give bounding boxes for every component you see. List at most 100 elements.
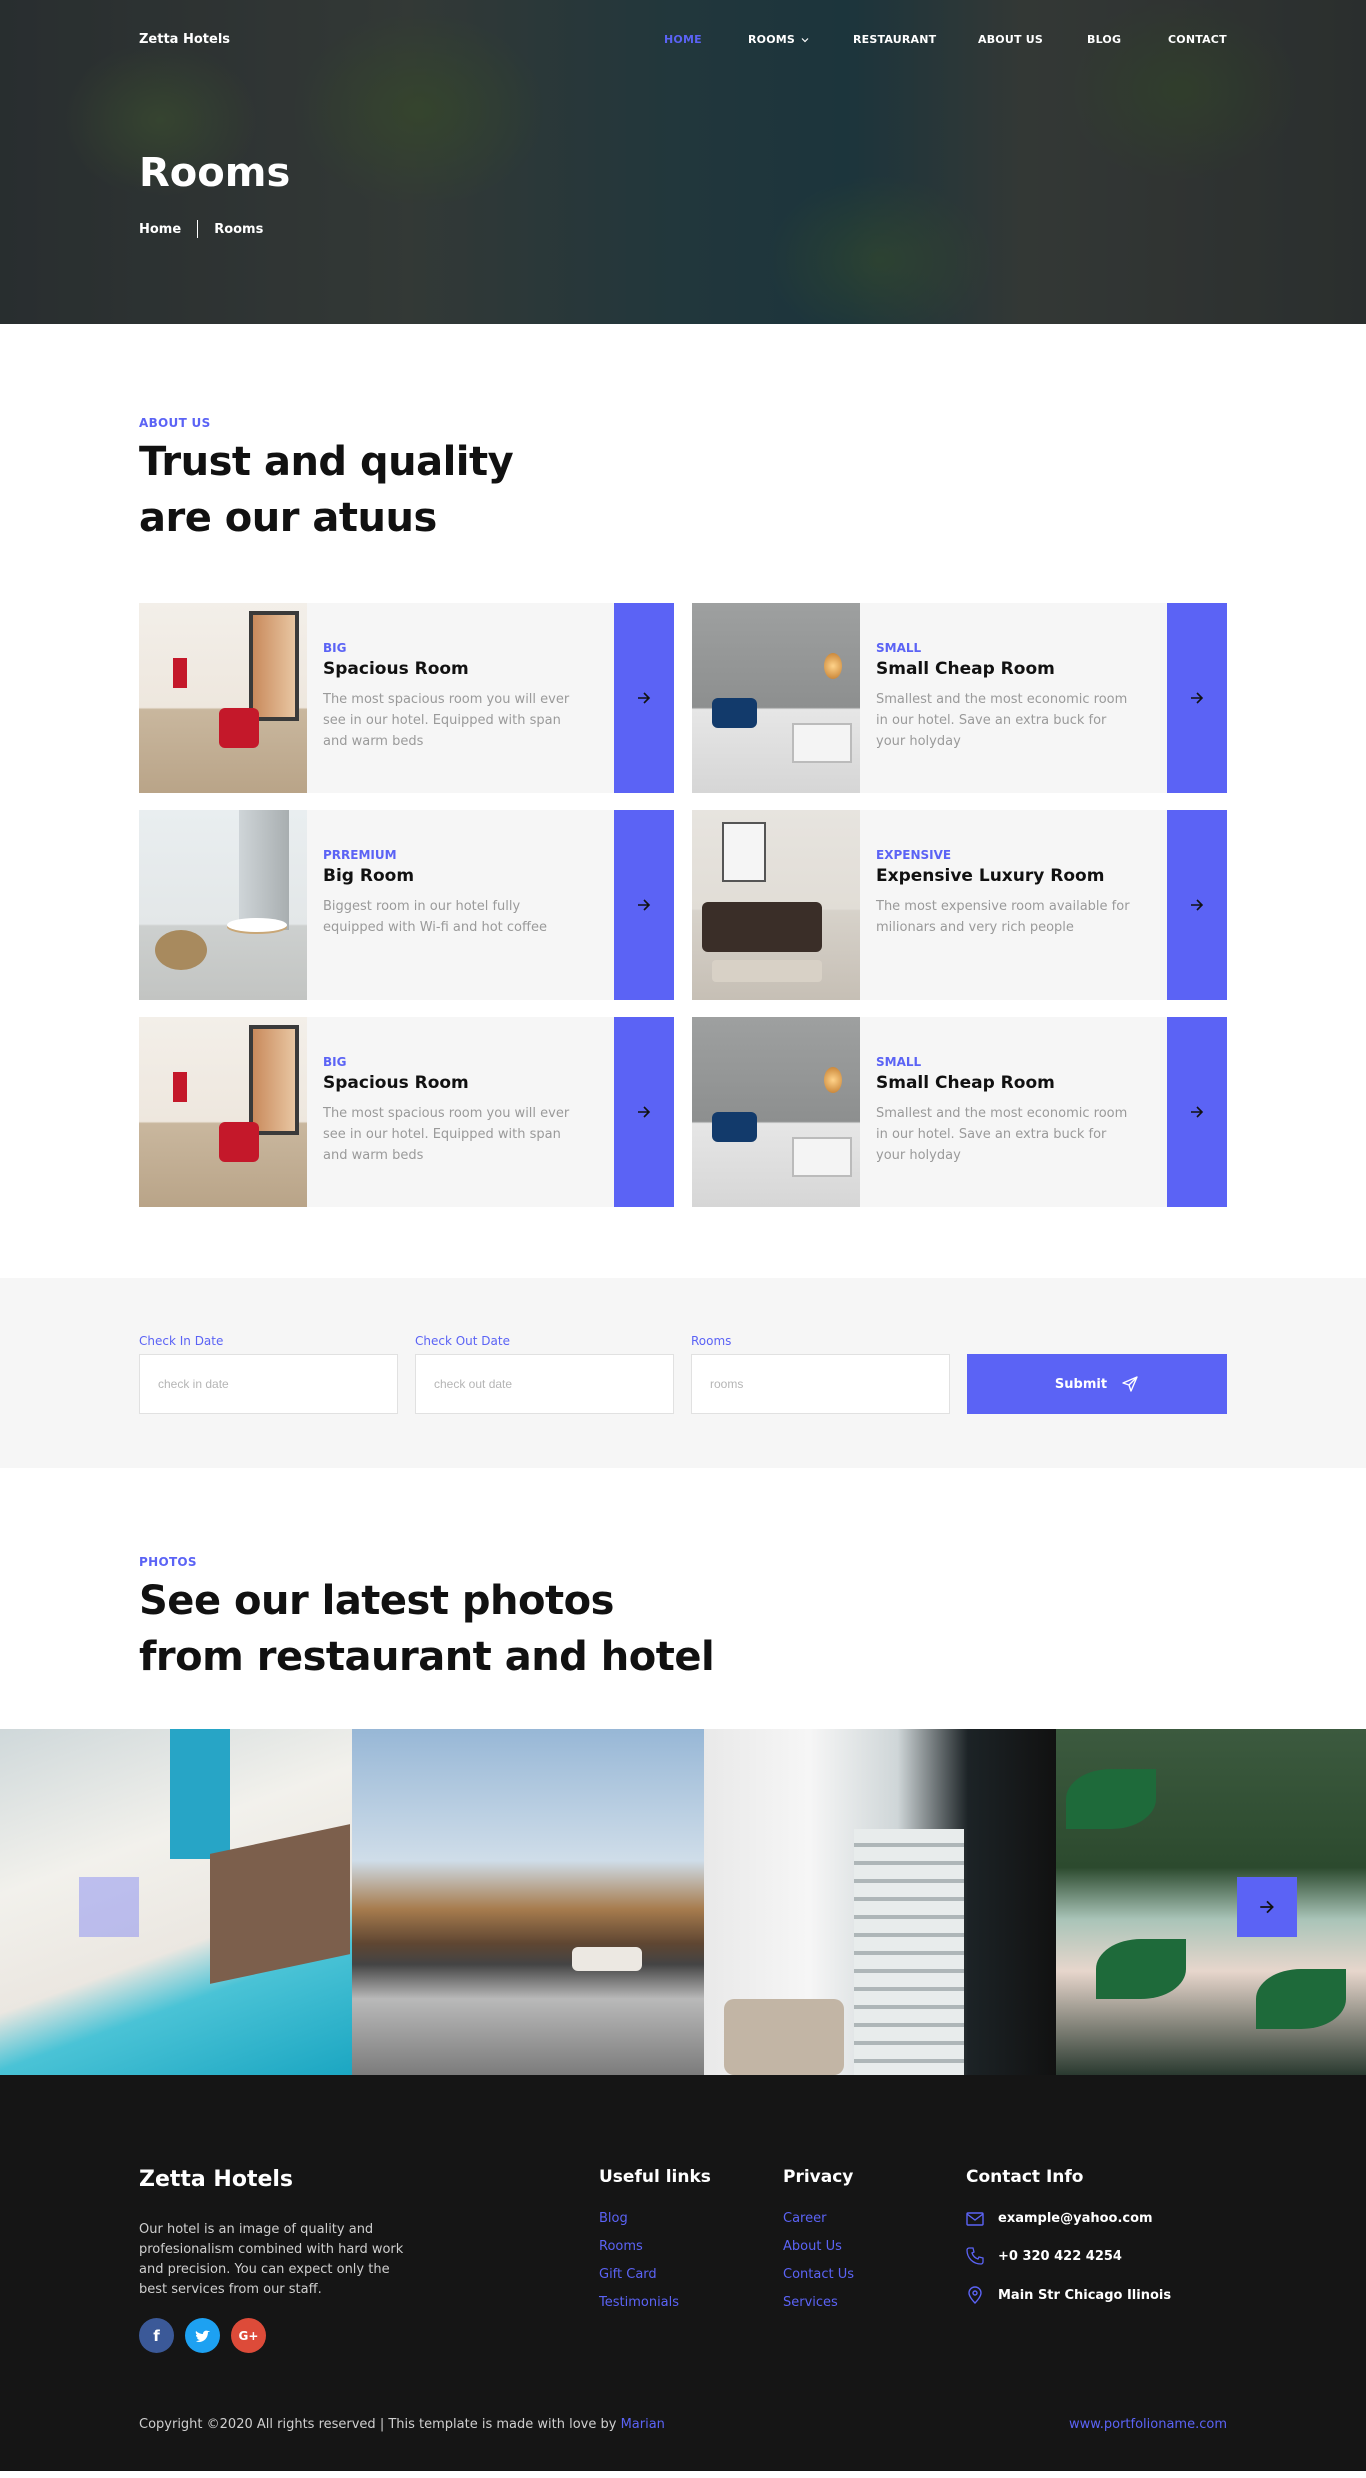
room-card: EXPENSIVE Expensive Luxury Room The most… <box>692 810 1227 1000</box>
room-info: SMALL Small Cheap Room Smallest and the … <box>860 1017 1167 1207</box>
room-cards: BIG Spacious Room The most spacious room… <box>139 603 1227 1207</box>
nav-about[interactable]: ABOUT US <box>978 33 1043 46</box>
mail-icon <box>966 2211 984 2226</box>
room-desc: Smallest and the most economic room in o… <box>876 692 1128 749</box>
chevron-down-icon <box>801 38 809 43</box>
room-desc: The most expensive room available for mi… <box>876 899 1130 935</box>
room-title: Spacious Room <box>323 659 469 679</box>
contact-email[interactable]: example@yahoo.com <box>966 2211 1171 2226</box>
room-arrow-button[interactable] <box>614 810 674 1000</box>
room-card: BIG Spacious Room The most spacious room… <box>139 603 674 793</box>
footer-link-testimonials[interactable]: Testimonials <box>599 2295 711 2310</box>
arrow-right-icon <box>1260 1900 1274 1914</box>
footer-link-services[interactable]: Services <box>783 2295 854 2310</box>
room-desc: The most spacious room you will ever see… <box>323 692 570 749</box>
room-photo <box>692 810 860 1000</box>
footer: Zetta Hotels Our hotel is an image of qu… <box>0 2075 1366 2471</box>
room-card: BIG Spacious Room The most spacious room… <box>139 1017 674 1207</box>
hero-banner: Zetta Hotels HOME ROOMS RESTAURANT ABOUT… <box>0 0 1366 324</box>
room-title: Small Cheap Room <box>876 659 1055 679</box>
room-arrow-button[interactable] <box>1167 1017 1227 1207</box>
about-title-line1: Trust and quality <box>139 439 514 485</box>
checkin-label: Check In Date <box>139 1334 224 1348</box>
contact-phone-text: +0 320 422 4254 <box>998 2248 1122 2264</box>
photo-gallery <box>0 1729 1366 2075</box>
breadcrumb-divider <box>197 220 199 238</box>
page-title: Rooms <box>139 150 291 196</box>
photos-title-line1: See our latest photos <box>139 1578 614 1624</box>
checkin-input[interactable]: check in date <box>139 1354 398 1414</box>
room-tag: EXPENSIVE <box>876 848 952 862</box>
room-title: Spacious Room <box>323 1073 469 1093</box>
useful-links: Useful links Blog Rooms Gift Card Testim… <box>599 2167 711 2310</box>
send-icon <box>1122 1376 1138 1392</box>
privacy-title: Privacy <box>783 2167 854 2187</box>
copyright: Copyright ©2020 All rights reserved | Th… <box>139 2417 665 2432</box>
contact-email-text: example@yahoo.com <box>998 2211 1153 2226</box>
room-info: EXPENSIVE Expensive Luxury Room The most… <box>860 810 1167 1000</box>
room-title: Big Room <box>323 866 415 886</box>
room-arrow-button[interactable] <box>614 1017 674 1207</box>
room-info: SMALL Small Cheap Room Smallest and the … <box>860 603 1167 793</box>
author-link[interactable]: Marian <box>621 2417 665 2432</box>
submit-label: Submit <box>1054 1376 1108 1392</box>
brand-logo[interactable]: Zetta Hotels <box>139 32 230 47</box>
nav-home[interactable]: HOME <box>664 33 702 46</box>
footer-link-rooms[interactable]: Rooms <box>599 2239 711 2254</box>
gallery-prev-button[interactable] <box>79 1877 139 1937</box>
room-info: BIG Spacious Room The most spacious room… <box>307 603 614 793</box>
footer-link-gift-card[interactable]: Gift Card <box>599 2267 711 2282</box>
contact-info: Contact Info example@yahoo.com +0 320 42… <box>966 2167 1171 2304</box>
location-pin-icon <box>968 2286 982 2304</box>
copyright-text: Copyright ©2020 All rights reserved | Th… <box>139 2417 621 2432</box>
about-section: ABOUT US Trust and quality are our atuus… <box>0 324 1366 1207</box>
submit-button[interactable]: Submit <box>967 1354 1227 1414</box>
photos-section: PHOTOS See our latest photos from restau… <box>0 1468 1366 2075</box>
gallery-next-button[interactable] <box>1237 1877 1297 1937</box>
useful-links-title: Useful links <box>599 2167 711 2187</box>
nav-rooms[interactable]: ROOMS <box>748 33 809 46</box>
photos-title-line2: from restaurant and hotel <box>139 1634 715 1680</box>
room-info: BIG Spacious Room The most spacious room… <box>307 1017 614 1207</box>
arrow-right-icon <box>1191 1106 1204 1118</box>
footer-link-contact-us[interactable]: Contact Us <box>783 2267 854 2282</box>
room-tag: SMALL <box>876 1055 922 1069</box>
portfolio-link[interactable]: www.portfolioname.com <box>1069 2417 1227 2432</box>
checkout-input[interactable]: check out date <box>415 1354 674 1414</box>
footer-brand: Zetta Hotels <box>139 2167 294 2192</box>
room-tag: SMALL <box>876 641 922 655</box>
gallery-photo-staircase[interactable] <box>704 1729 1056 2075</box>
room-arrow-button[interactable] <box>1167 810 1227 1000</box>
gallery-photo-beach[interactable] <box>0 1729 352 2075</box>
footer-link-about-us[interactable]: About Us <box>783 2239 854 2254</box>
room-arrow-button[interactable] <box>1167 603 1227 793</box>
gallery-photo-mountains[interactable] <box>352 1729 704 2075</box>
rooms-label: Rooms <box>691 1334 732 1348</box>
arrow-right-icon <box>638 899 651 911</box>
nav-contact[interactable]: CONTACT <box>1168 33 1227 46</box>
room-desc: The most spacious room you will ever see… <box>323 1106 570 1163</box>
contact-address: Main Str Chicago Ilinois <box>966 2286 1171 2304</box>
nav-restaurant[interactable]: RESTAURANT <box>853 33 936 46</box>
twitter-icon[interactable] <box>185 2318 220 2353</box>
top-nav: Zetta Hotels HOME ROOMS RESTAURANT ABOUT… <box>139 32 1227 52</box>
photos-eyebrow: PHOTOS <box>139 1555 197 1569</box>
contact-title: Contact Info <box>966 2167 1084 2187</box>
room-tag: BIG <box>323 641 347 655</box>
footer-link-blog[interactable]: Blog <box>599 2211 711 2226</box>
rooms-input[interactable]: rooms <box>691 1354 950 1414</box>
social-links: f G+ <box>139 2318 266 2353</box>
breadcrumb-home[interactable]: Home <box>139 222 181 237</box>
facebook-icon[interactable]: f <box>139 2318 174 2353</box>
room-arrow-button[interactable] <box>614 603 674 793</box>
about-title: Trust and quality are our atuus <box>139 434 1227 546</box>
gallery-photo-restaurant[interactable] <box>1056 1729 1366 2075</box>
google-plus-icon[interactable]: G+ <box>231 2318 266 2353</box>
room-card: SMALL Small Cheap Room Smallest and the … <box>692 1017 1227 1207</box>
breadcrumb-current: Rooms <box>214 221 264 237</box>
room-tag: BIG <box>323 1055 347 1069</box>
about-eyebrow: ABOUT US <box>139 416 211 430</box>
contact-phone[interactable]: +0 320 422 4254 <box>966 2247 1171 2265</box>
nav-blog[interactable]: BLOG <box>1087 33 1121 46</box>
footer-link-career[interactable]: Career <box>783 2211 854 2226</box>
